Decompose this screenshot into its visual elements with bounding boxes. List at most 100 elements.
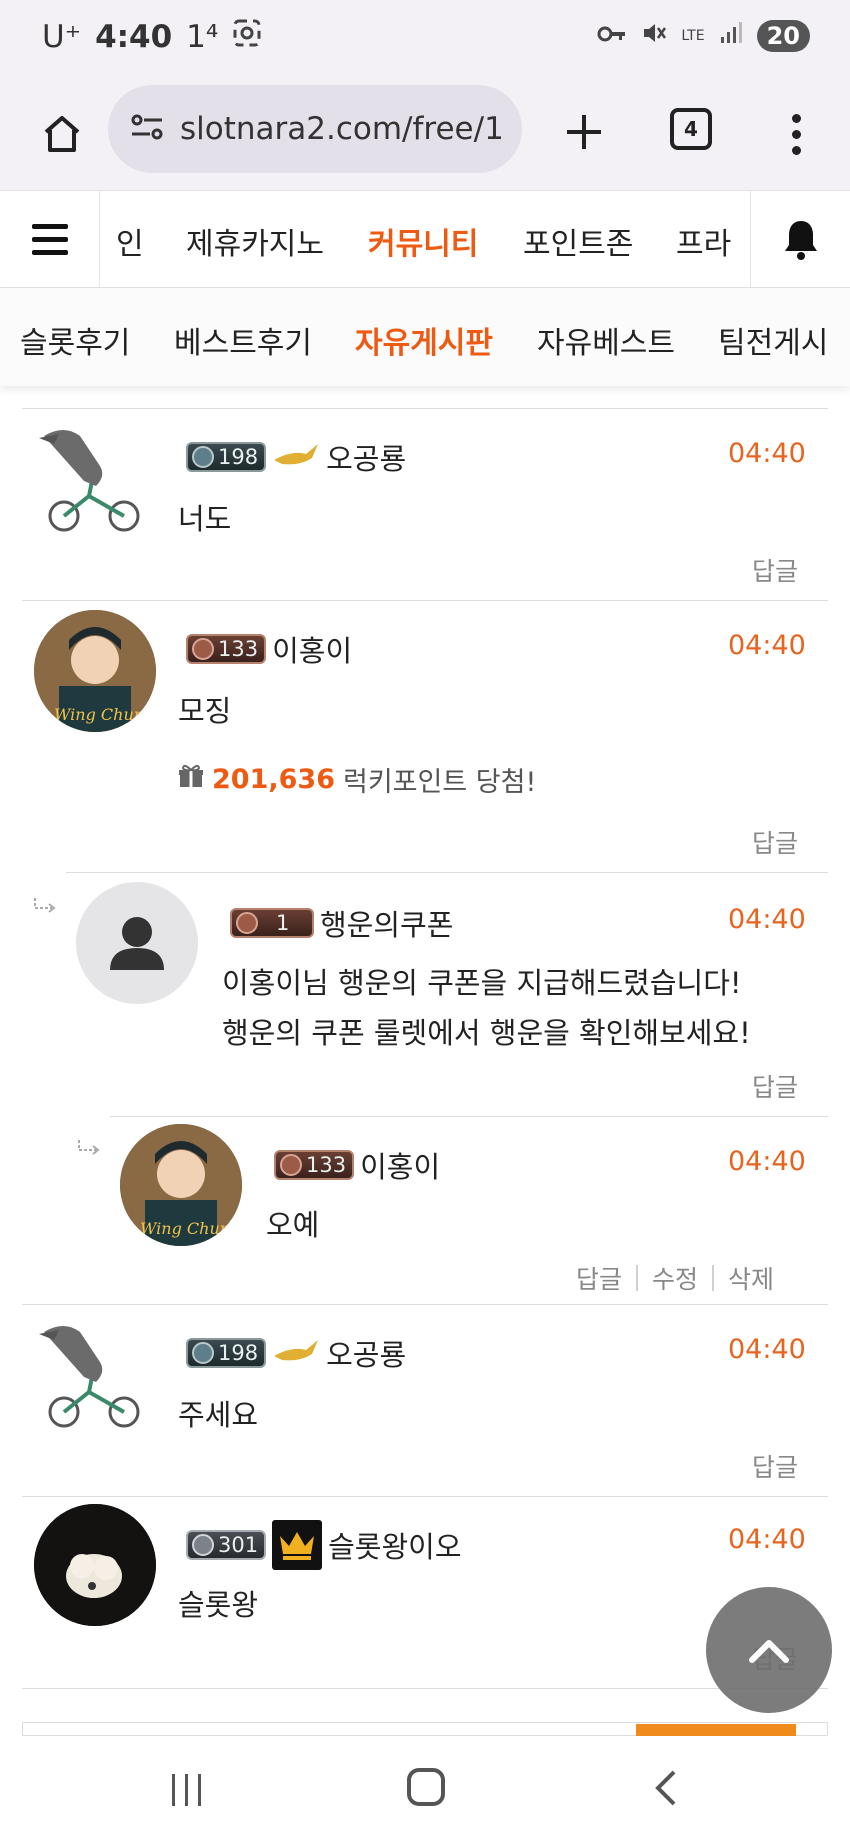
divider [22,408,828,409]
avatar[interactable] [34,1312,156,1434]
system-back-button[interactable] [650,1768,680,1812]
reply-button[interactable]: 답글 [752,824,798,860]
comment-text-line: 이홍이님 행운의 쿠폰을 지급해드렸습니다! [222,966,742,1000]
comment-author[interactable]: 오공룡 [326,1332,406,1374]
comment-text-line: 행운의 쿠폰 룰렛에서 행운을 확인해보세요! [222,1016,751,1050]
reply-button[interactable]: 답글 [576,1260,622,1296]
level-emblem-icon [192,1534,214,1556]
edit-button[interactable]: 수정 [652,1260,698,1296]
tab-switcher-button[interactable]: 4 [670,108,712,150]
svg-text:Wing Chun: Wing Chun [54,705,144,724]
browser-menu-button[interactable] [780,102,812,166]
comment-list: 198 오공룡 04:40 너도 답글 Wing Chun 133 이홍이 04… [0,386,850,1736]
mascot-icon [272,1336,320,1370]
reply-arrow-icon [34,898,56,913]
home-button[interactable] [30,102,94,166]
comment-author-row: 1 행운의쿠폰 [230,902,453,944]
comment-text: 주세요 [178,1398,259,1432]
avatar[interactable] [76,882,198,1004]
avatar[interactable] [34,416,156,538]
nav-item-partial-right[interactable]: 프라 [676,219,731,263]
scroll-top-button[interactable] [706,1587,832,1713]
nav-item-partial-left[interactable]: 인 [116,219,144,263]
reply-button[interactable]: 답글 [752,1448,798,1484]
comment-time: 04:40 [728,904,806,935]
separator [712,1265,715,1291]
level-emblem-icon [236,912,258,934]
comment-author[interactable]: 행운의쿠폰 [320,902,453,944]
subnav-free-board[interactable]: 자유게시판 [355,318,493,362]
lucky-point-text: 럭키포인트 당첨! [342,767,537,798]
comment-time: 04:40 [728,1146,806,1177]
divider [110,1116,828,1117]
delete-button[interactable]: 삭제 [728,1260,774,1296]
nav-item-partner-casino[interactable]: 제휴카지노 [186,219,324,263]
nav-item-point-zone[interactable]: 포인트존 [523,219,633,263]
nav-item-community[interactable]: 커뮤니티 [368,219,478,263]
hamburger-menu-icon[interactable] [0,191,100,287]
comment-author-row: 133 이홍이 [186,628,352,670]
comment-text: 너도 [178,502,232,536]
key-icon [597,22,627,50]
bell-icon [784,221,817,260]
home-icon [44,116,80,152]
reply-arrow-icon [78,1140,100,1155]
divider [22,1688,828,1689]
status-extra: 1⁴ [186,19,219,55]
address-bar[interactable]: slotnara2.com/free/1 [108,85,522,173]
lte-label: LTE [681,28,705,44]
mascot-icon [272,440,320,474]
avatar[interactable] [34,1504,156,1626]
comment-text: 슬롯왕 [178,1588,259,1622]
mute-icon [641,20,667,52]
level-emblem-icon [192,1342,214,1364]
recent-apps-button[interactable] [172,1774,201,1806]
plus-icon [567,115,601,149]
level-number: 301 [218,1533,259,1557]
board-sub-nav: 슬롯후기 베스트후기 자유게시판 자유베스트 팀전게시 [0,288,850,386]
separator [636,1265,639,1291]
system-nav-bar [0,1736,850,1842]
signal-icon [719,21,743,51]
level-emblem-icon [192,446,214,468]
level-badge: 301 [186,1530,267,1560]
reply-button[interactable]: 답글 [752,1068,798,1104]
new-tab-button[interactable] [552,100,616,164]
level-badge: 198 [186,442,267,472]
divider [66,872,828,873]
lucky-point-notice: 201,636 럭키포인트 당첨! [178,760,536,799]
comment-author[interactable]: 이홍이 [360,1144,440,1186]
lucky-point-amount: 201,636 [212,764,335,795]
level-number: 133 [218,637,259,661]
screenshot-icon [232,18,262,56]
subnav-team-board[interactable]: 팀전게시 [718,318,828,362]
system-home-button[interactable] [407,1768,445,1806]
status-left: U⁺ 4:40 1⁴ [42,18,262,56]
level-number: 198 [218,1341,259,1365]
divider [22,1304,828,1305]
svg-text:Wing Chun: Wing Chun [140,1219,230,1238]
subnav-slot-review[interactable]: 슬롯후기 [20,318,130,362]
divider [22,1496,828,1497]
crown-icon [272,1520,323,1570]
level-badge: 133 [274,1150,355,1180]
avatar[interactable]: Wing Chun [120,1124,242,1246]
comment-author-row: 198 오공룡 [186,436,406,478]
comment-submit-button[interactable] [636,1724,796,1736]
subnav-free-best[interactable]: 자유베스트 [537,318,675,362]
comment-time: 04:40 [728,630,806,661]
comment-author[interactable]: 오공룡 [326,436,406,478]
subnav-best-review[interactable]: 베스트후기 [174,318,312,362]
comment-author[interactable]: 이홍이 [272,628,352,670]
clock: 4:40 [95,19,173,55]
level-number: 133 [306,1153,347,1177]
comment-author-row: 301 슬롯왕이오 [186,1520,462,1570]
comment-author[interactable]: 슬롯왕이오 [328,1524,461,1566]
comment-text: 오예 [266,1208,320,1242]
reply-button[interactable]: 답글 [752,552,798,588]
avatar[interactable]: Wing Chun [34,610,156,732]
notification-button[interactable] [750,191,850,287]
chevron-up-icon [749,1640,789,1663]
comment-time: 04:40 [728,438,806,469]
site-settings-icon[interactable] [130,112,164,146]
